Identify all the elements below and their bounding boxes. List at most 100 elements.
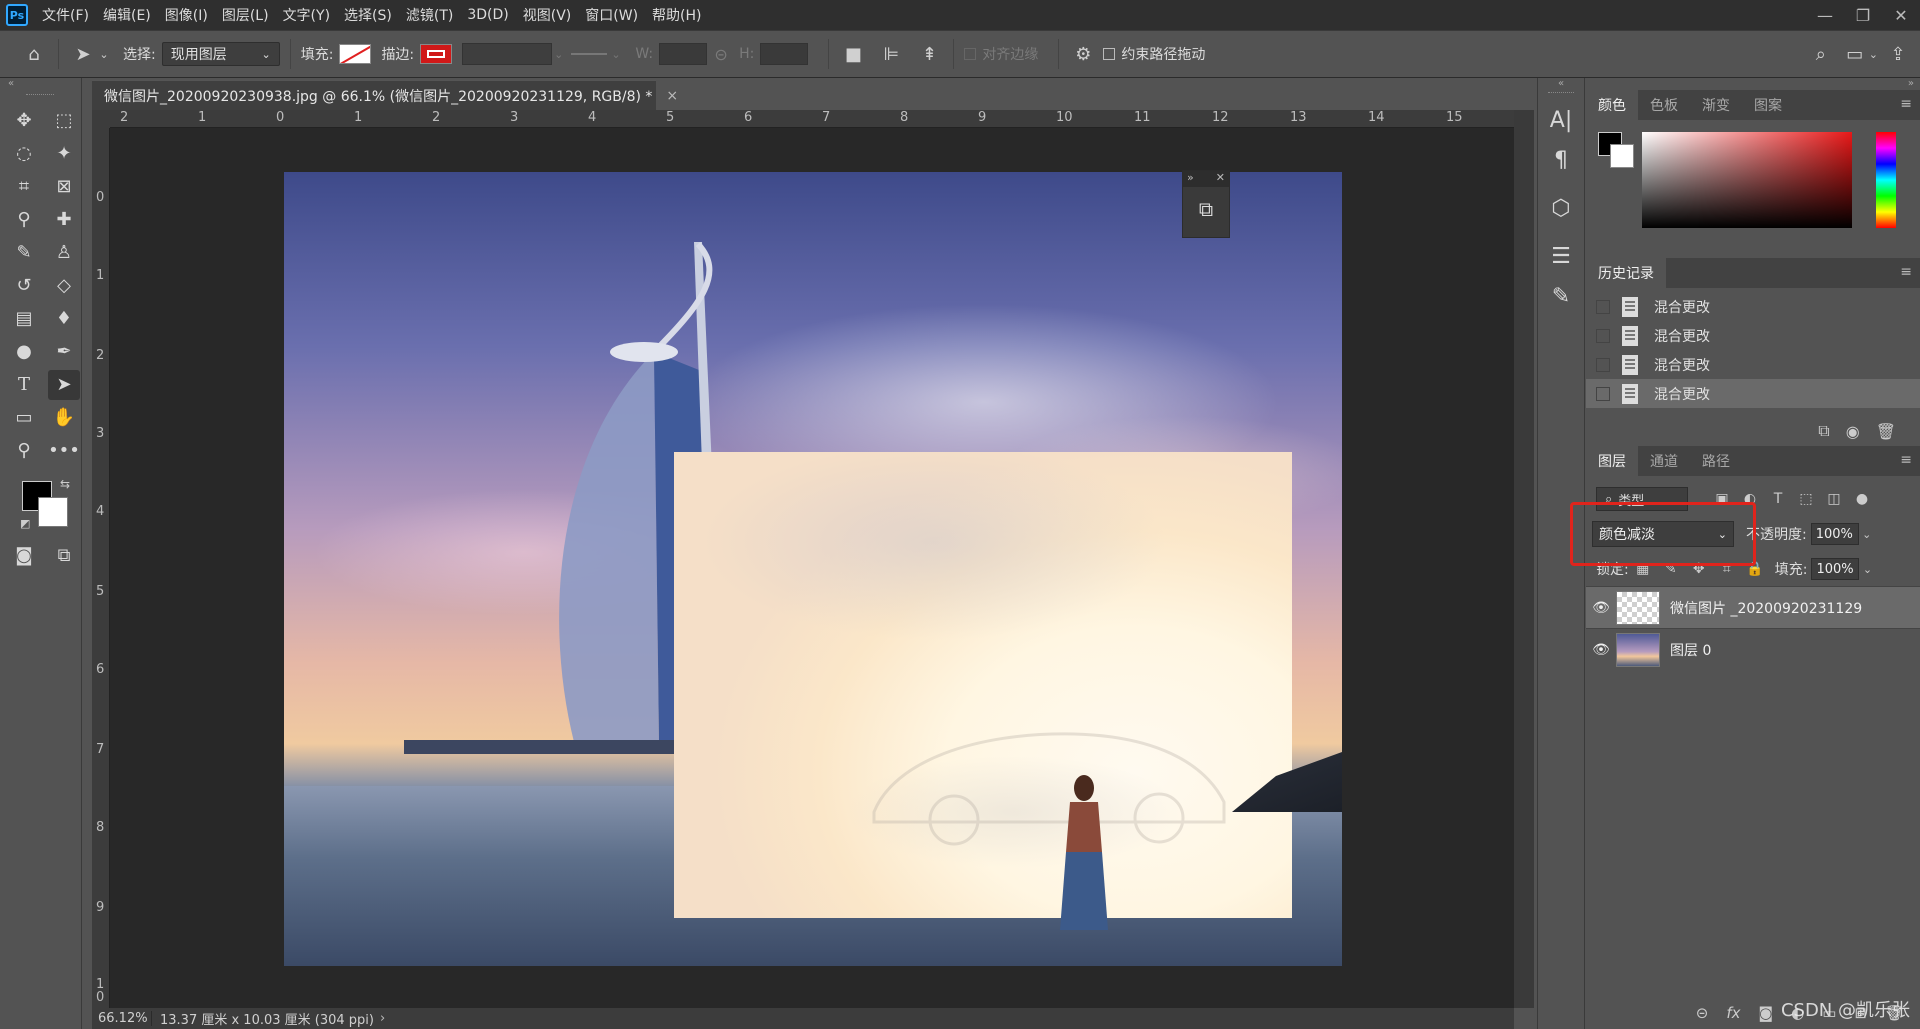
brush-tool-icon[interactable]: ✎: [8, 238, 40, 268]
path-alignment-icon[interactable]: ⊫: [877, 40, 905, 68]
properties-icon[interactable]: ⧉: [1183, 197, 1229, 221]
chevron-right-icon[interactable]: ›: [380, 1011, 385, 1026]
tab-channels[interactable]: 通道: [1638, 446, 1690, 476]
close-document-icon[interactable]: ×: [666, 88, 678, 104]
workspace-icon[interactable]: ▭: [1841, 40, 1869, 68]
character-panel-icon[interactable]: A|: [1538, 100, 1584, 140]
ruler-origin[interactable]: [92, 110, 110, 128]
link-icon[interactable]: ⊝: [707, 40, 735, 68]
filter-kind-dropdown[interactable]: ⌕ 类型: [1596, 487, 1688, 511]
opacity-field[interactable]: 100%: [1810, 523, 1859, 545]
menu-edit[interactable]: 编辑(E): [103, 5, 151, 25]
document-tab[interactable]: 微信图片_20200920230938.jpg @ 66.1% (微信图片_20…: [92, 80, 678, 110]
menu-image[interactable]: 图像(I): [165, 5, 208, 25]
quick-mask-icon[interactable]: ◙: [8, 541, 40, 571]
layer-thumbnail[interactable]: [1616, 632, 1660, 667]
menu-window[interactable]: 窗口(W): [585, 5, 638, 25]
panel-menu-icon[interactable]: ≡: [1900, 96, 1912, 112]
fill-swatch[interactable]: [339, 44, 372, 64]
tab-history[interactable]: 历史记录: [1586, 258, 1666, 288]
3d-panel-icon[interactable]: ⬡: [1538, 188, 1584, 228]
default-colors-icon[interactable]: ◩: [20, 517, 30, 530]
menu-help[interactable]: 帮助(H): [652, 5, 701, 25]
clone-stamp-tool-icon[interactable]: ♙: [48, 238, 80, 268]
constrain-path-checkbox[interactable]: [1103, 48, 1116, 60]
healing-brush-tool-icon[interactable]: ✚: [48, 205, 80, 235]
path-operations-icon[interactable]: ■: [839, 40, 867, 68]
stroke-swatch[interactable]: [420, 44, 453, 64]
chevron-down-icon[interactable]: ⌄: [1859, 558, 1875, 580]
marquee-tool-icon[interactable]: ⬚: [48, 106, 80, 136]
hue-slider[interactable]: [1876, 132, 1896, 228]
collapse-arrows-icon[interactable]: «: [1538, 78, 1584, 90]
paragraph-panel-icon[interactable]: ¶: [1538, 140, 1584, 180]
color-picker-field[interactable]: [1642, 132, 1852, 228]
tab-paths[interactable]: 路径: [1690, 446, 1742, 476]
menu-filter[interactable]: 滤镜(T): [406, 5, 453, 25]
history-source-checkbox[interactable]: [1596, 386, 1610, 401]
chevron-down-icon[interactable]: ⌄: [1859, 523, 1875, 545]
menu-layer[interactable]: 图层(L): [222, 5, 269, 25]
minimize-icon[interactable]: —: [1806, 0, 1844, 30]
layer-name[interactable]: 图层 0: [1670, 640, 1711, 660]
history-item[interactable]: 混合更改: [1586, 292, 1920, 321]
ruler-horizontal[interactable]: 2 1 0 1 2 3 4 5 6 7 8 9 10 11 12 13 14 1…: [110, 110, 1514, 128]
menu-view[interactable]: 视图(V): [523, 5, 572, 25]
history-item-selected[interactable]: 混合更改: [1586, 379, 1920, 408]
layer-thumbnail[interactable]: [1616, 590, 1660, 625]
pen-tool-icon[interactable]: ✒: [48, 337, 80, 367]
select-dropdown[interactable]: 现用图层 ⌄: [161, 42, 280, 66]
adjustment-filter-icon[interactable]: ◐: [1736, 491, 1764, 507]
tab-patterns[interactable]: 图案: [1742, 90, 1794, 120]
vertical-scrollbar[interactable]: [1514, 110, 1534, 1008]
dodge-tool-icon[interactable]: ●: [8, 337, 40, 367]
frame-tool-icon[interactable]: ⊠: [48, 172, 80, 202]
close-panel-icon[interactable]: ✕: [1216, 171, 1225, 187]
zoom-level[interactable]: 66.12%: [92, 1011, 152, 1026]
chevron-down-icon[interactable]: ⌄: [1869, 48, 1878, 61]
link-layers-icon[interactable]: ⊝: [1696, 1004, 1709, 1022]
lock-artboard-icon[interactable]: ⌗: [1713, 561, 1741, 577]
pixel-filter-icon[interactable]: ▣: [1708, 491, 1736, 507]
new-document-from-state-icon[interactable]: ⧉: [1818, 421, 1829, 441]
restore-icon[interactable]: ❐: [1844, 0, 1882, 30]
adjustments-panel-icon[interactable]: ☰: [1538, 236, 1584, 276]
brush-settings-icon[interactable]: ✎: [1538, 276, 1584, 316]
hand-tool-icon[interactable]: ✋: [48, 403, 80, 433]
align-edges-checkbox[interactable]: [964, 48, 977, 60]
menu-type[interactable]: 文字(Y): [283, 5, 330, 25]
menu-file[interactable]: 文件(F): [42, 5, 89, 25]
more-tools-icon[interactable]: •••: [48, 436, 80, 466]
path-selection-tool-icon[interactable]: ➤: [69, 40, 97, 68]
close-window-icon[interactable]: ✕: [1882, 0, 1920, 30]
stroke-type-dropdown[interactable]: ⌄: [571, 43, 625, 65]
eraser-tool-icon[interactable]: ◇: [48, 271, 80, 301]
tab-gradients[interactable]: 渐变: [1690, 90, 1742, 120]
trash-icon[interactable]: 🗑: [1876, 422, 1896, 441]
menu-select[interactable]: 选择(S): [344, 5, 392, 25]
filter-toggle-icon[interactable]: ●: [1848, 491, 1876, 507]
lock-position-icon[interactable]: ✥: [1685, 561, 1713, 577]
document-image[interactable]: [284, 172, 1342, 966]
history-item[interactable]: 混合更改: [1586, 350, 1920, 379]
rectangle-tool-icon[interactable]: ▭: [8, 403, 40, 433]
lock-all-icon[interactable]: 🔒: [1741, 561, 1769, 577]
add-mask-icon[interactable]: ◙: [1759, 1004, 1774, 1022]
gear-icon[interactable]: ⚙: [1069, 40, 1097, 68]
search-icon[interactable]: ⌕: [1807, 40, 1835, 68]
layer-effects-icon[interactable]: fx: [1726, 1004, 1740, 1022]
fill-field[interactable]: 100%: [1811, 558, 1860, 580]
shape-filter-icon[interactable]: ⬚: [1792, 491, 1820, 507]
layer-row[interactable]: 👁 图层 0: [1586, 628, 1920, 670]
crop-tool-icon[interactable]: ⌗: [8, 172, 40, 202]
chevron-down-icon[interactable]: ⌄: [97, 40, 111, 68]
layer-name[interactable]: 微信图片 _20200920231129: [1670, 598, 1862, 618]
tab-swatches[interactable]: 色板: [1638, 90, 1690, 120]
expand-arrows-icon[interactable]: »: [1187, 171, 1194, 187]
path-selection-tool-icon[interactable]: ➤: [48, 369, 80, 400]
tab-color[interactable]: 颜色: [1586, 90, 1638, 120]
history-source-checkbox[interactable]: [1596, 328, 1610, 343]
ruler-vertical[interactable]: 0 1 2 3 4 5 6 7 8 9 1 0: [92, 128, 110, 1008]
history-source-checkbox[interactable]: [1596, 299, 1610, 314]
zoom-tool-icon[interactable]: ⚲: [8, 436, 40, 466]
